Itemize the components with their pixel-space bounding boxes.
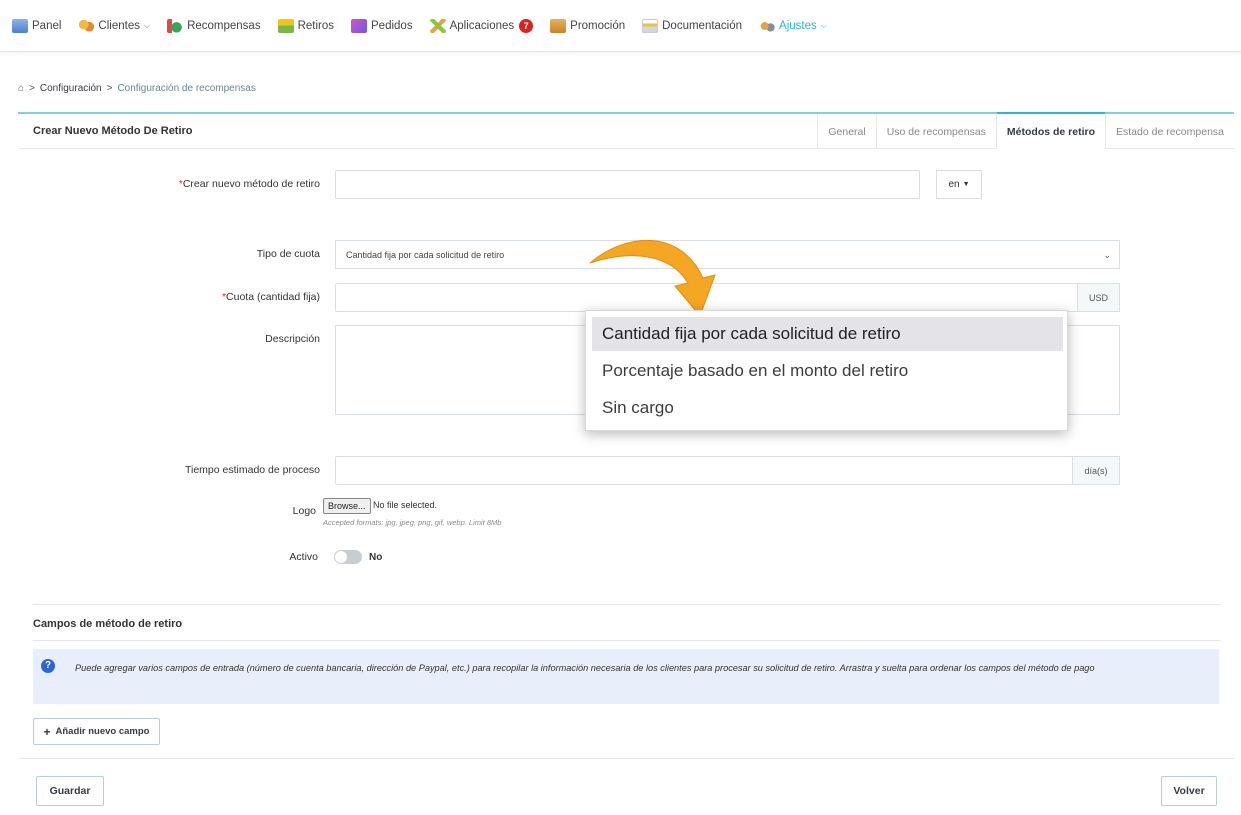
settings-icon bbox=[759, 18, 776, 33]
nav-item-label: Pedidos bbox=[371, 19, 413, 32]
apps-icon bbox=[429, 18, 446, 33]
no-file-text: No file selected. bbox=[373, 500, 438, 510]
back-button[interactable]: Volver bbox=[1161, 776, 1217, 806]
panel-header: Crear Nuevo Método De Retiro General Uso… bbox=[18, 112, 1234, 149]
breadcrumb-separator: > bbox=[29, 83, 35, 94]
fee-type-label: Tipo de cuota bbox=[256, 248, 320, 260]
withdrawals-icon bbox=[277, 18, 294, 33]
caret-down-icon: ▼ bbox=[962, 181, 970, 188]
fee-amount-label: *Cuota (cantidad fija) bbox=[221, 291, 320, 303]
fee-type-dropdown: Cantidad fija por cada solicitud de reti… bbox=[585, 310, 1068, 431]
method-name-label: *Crear nuevo método de retiro bbox=[178, 178, 320, 190]
chevron-down-icon: ⌵ bbox=[820, 20, 827, 30]
dropdown-option-percentage[interactable]: Porcentaje basado en el monto del retiro bbox=[592, 354, 1063, 388]
processing-time-input[interactable] bbox=[335, 456, 1073, 485]
nav-item-recompensas[interactable]: Recompensas bbox=[167, 18, 261, 33]
breadcrumb-link-configuracion[interactable]: Configuración bbox=[40, 83, 102, 94]
dropdown-option-no-fee[interactable]: Sin cargo bbox=[592, 391, 1063, 425]
nav-item-panel[interactable]: Panel bbox=[12, 18, 62, 33]
nav-item-label: Clientes bbox=[98, 19, 140, 32]
nav-item-label: Panel bbox=[32, 19, 62, 32]
plus-icon: + bbox=[43, 724, 51, 739]
processing-time-label: Tiempo estimado de proceso bbox=[184, 464, 320, 476]
nav-item-promocion[interactable]: Promoción bbox=[550, 18, 626, 33]
dropdown-option-fixed[interactable]: Cantidad fija por cada solicitud de reti… bbox=[592, 317, 1063, 351]
tab-uso-de-recompensas[interactable]: Uso de recompensas bbox=[875, 114, 996, 149]
nav-item-pedidos[interactable]: Pedidos bbox=[351, 18, 413, 33]
panel-title: Crear Nuevo Método De Retiro bbox=[33, 125, 193, 137]
nav-item-label: Ajustes bbox=[779, 19, 817, 32]
footer-divider bbox=[18, 758, 1234, 759]
nav-item-label: Recompensas bbox=[187, 19, 261, 32]
nav-item-label: Documentación bbox=[662, 19, 743, 32]
home-icon[interactable]: ⌂ bbox=[18, 83, 24, 94]
nav-item-documentacion[interactable]: Documentación bbox=[642, 18, 743, 33]
active-label: Activo bbox=[289, 551, 318, 563]
chevron-down-icon: ⌵ bbox=[143, 20, 151, 30]
fee-type-select[interactable]: Cantidad fija por cada solicitud de reti… bbox=[335, 240, 1120, 269]
accepted-formats-hint: Accepted formats: jpg, jpeg, png, gif, w… bbox=[323, 518, 502, 527]
breadcrumb: ⌂ > Configuración > Configuración de rec… bbox=[18, 83, 256, 94]
documentation-icon bbox=[642, 18, 659, 33]
logo-label: Logo bbox=[292, 505, 316, 517]
method-name-input[interactable] bbox=[335, 170, 920, 199]
active-toggle-value: No bbox=[369, 552, 383, 563]
promotion-icon bbox=[550, 18, 567, 33]
fields-section-title: Campos de método de retiro bbox=[33, 618, 183, 630]
section-divider bbox=[33, 640, 1221, 641]
language-selector-button[interactable]: en ▼ bbox=[936, 170, 982, 199]
tab-estado-de-recompensa[interactable]: Estado de recompensa bbox=[1105, 114, 1234, 149]
active-toggle[interactable] bbox=[334, 550, 362, 564]
config-tabs: General Uso de recompensas Métodos de re… bbox=[817, 112, 1234, 149]
nav-item-clientes[interactable]: Clientes ⌵ bbox=[78, 18, 151, 33]
top-navigation: Panel Clientes ⌵ Recompensas Retiros Ped… bbox=[0, 0, 1241, 52]
nav-item-aplicaciones[interactable]: Aplicaciones 7 bbox=[429, 18, 534, 33]
tab-general[interactable]: General bbox=[817, 114, 875, 149]
nav-item-label: Promoción bbox=[570, 19, 626, 32]
dashboard-icon bbox=[12, 18, 28, 33]
customers-icon bbox=[78, 18, 95, 33]
description-label: Descripción bbox=[265, 333, 320, 345]
nav-item-label: Aplicaciones bbox=[449, 19, 515, 32]
browse-button[interactable]: Browse... bbox=[323, 498, 371, 514]
save-button[interactable]: Guardar bbox=[36, 776, 104, 806]
days-addon: día(s) bbox=[1072, 456, 1120, 485]
info-alert-text: Puede agregar varios campos de entrada (… bbox=[75, 663, 1095, 673]
info-alert: ? Puede agregar varios campos de entrada… bbox=[33, 649, 1219, 704]
breadcrumb-separator: > bbox=[106, 83, 113, 94]
section-divider bbox=[33, 604, 1221, 605]
breadcrumb-current: Configuración de recompensas bbox=[117, 83, 256, 94]
question-icon: ? bbox=[41, 659, 55, 673]
chevron-down-icon: ⌄ bbox=[1103, 250, 1111, 260]
nav-item-ajustes[interactable]: Ajustes ⌵ bbox=[759, 18, 827, 33]
currency-addon: USD bbox=[1077, 283, 1120, 312]
fee-amount-input[interactable] bbox=[335, 283, 1078, 312]
nav-item-retiros[interactable]: Retiros bbox=[277, 18, 335, 33]
notification-badge: 7 bbox=[519, 18, 534, 33]
rewards-icon bbox=[167, 18, 184, 33]
tab-metodos-de-retiro[interactable]: Métodos de retiro bbox=[995, 112, 1106, 149]
add-new-field-button[interactable]: + Añadir nuevo campo bbox=[33, 718, 160, 745]
nav-item-label: Retiros bbox=[297, 19, 335, 32]
orders-icon bbox=[351, 18, 368, 33]
